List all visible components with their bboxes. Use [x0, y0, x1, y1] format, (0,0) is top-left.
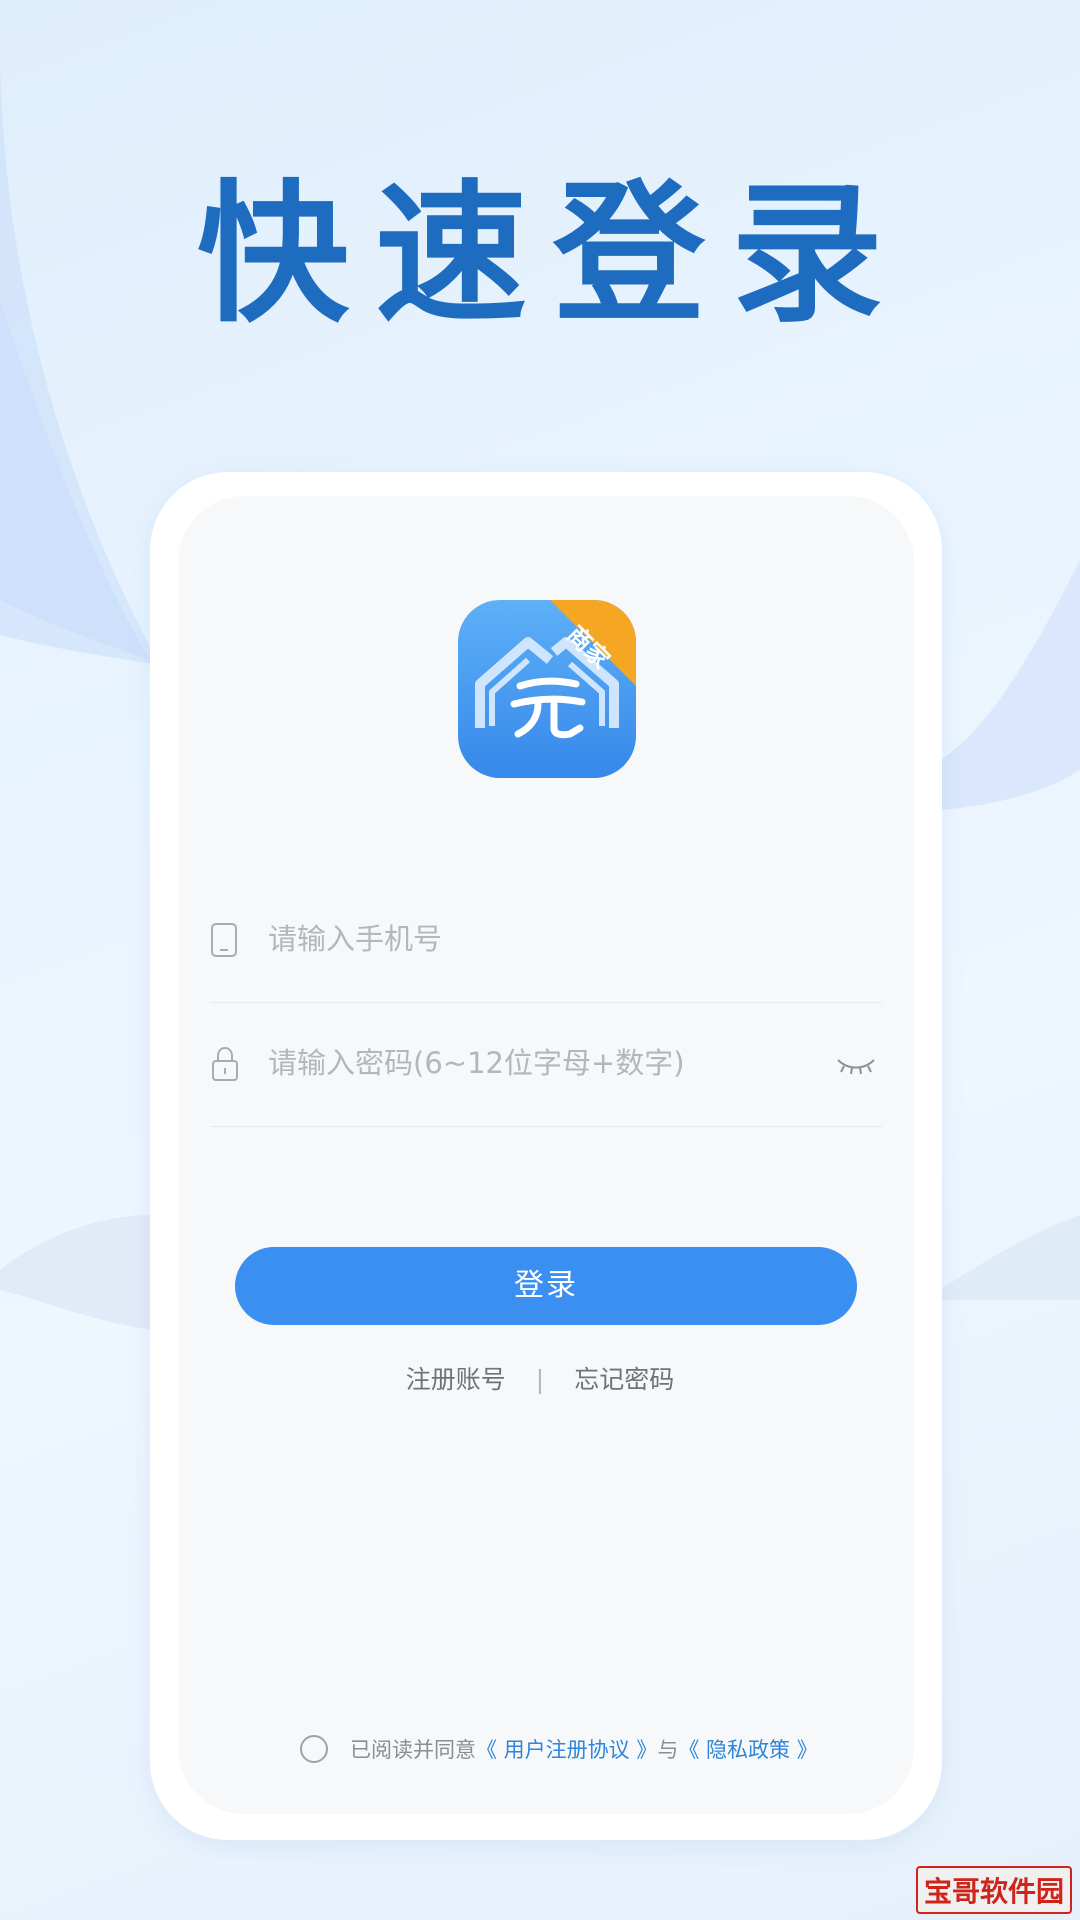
phone-input[interactable]: 请输入手机号: [268, 916, 442, 958]
agree-checkbox[interactable]: [300, 1735, 328, 1763]
phone-icon: [211, 923, 237, 957]
agreement-conjunction: 与: [657, 1738, 679, 1762]
privacy-policy-link[interactable]: 《 隐私政策 》: [678, 1734, 817, 1764]
watermark: 宝哥软件园: [915, 1866, 1072, 1914]
agreement-row: 已阅读并同意 《 用户注册协议 》 与 《 隐私政策 》: [300, 1729, 818, 1769]
register-link[interactable]: 注册账号: [406, 1360, 506, 1396]
account-links: 注册账号 | 忘记密码: [0, 1360, 1080, 1396]
house-yuan-logo-icon: [475, 600, 636, 739]
user-agreement-link[interactable]: 《 用户注册协议 》: [476, 1734, 657, 1764]
eye-closed-icon[interactable]: [836, 1056, 876, 1076]
app-logo: 商家: [458, 600, 636, 778]
login-button[interactable]: 登录: [235, 1247, 857, 1325]
agreement-prefix: 已阅读并同意: [350, 1738, 476, 1762]
password-input[interactable]: 请输入密码(6~12位字母+数字): [268, 1040, 685, 1082]
link-divider: |: [535, 1365, 545, 1394]
forgot-password-link[interactable]: 忘记密码: [574, 1360, 674, 1396]
lock-icon: [212, 1046, 238, 1081]
password-field[interactable]: 请输入密码(6~12位字母+数字): [210, 1004, 882, 1127]
page-title: 快速登录: [197, 166, 909, 343]
phone-field[interactable]: 请输入手机号: [210, 880, 882, 1003]
